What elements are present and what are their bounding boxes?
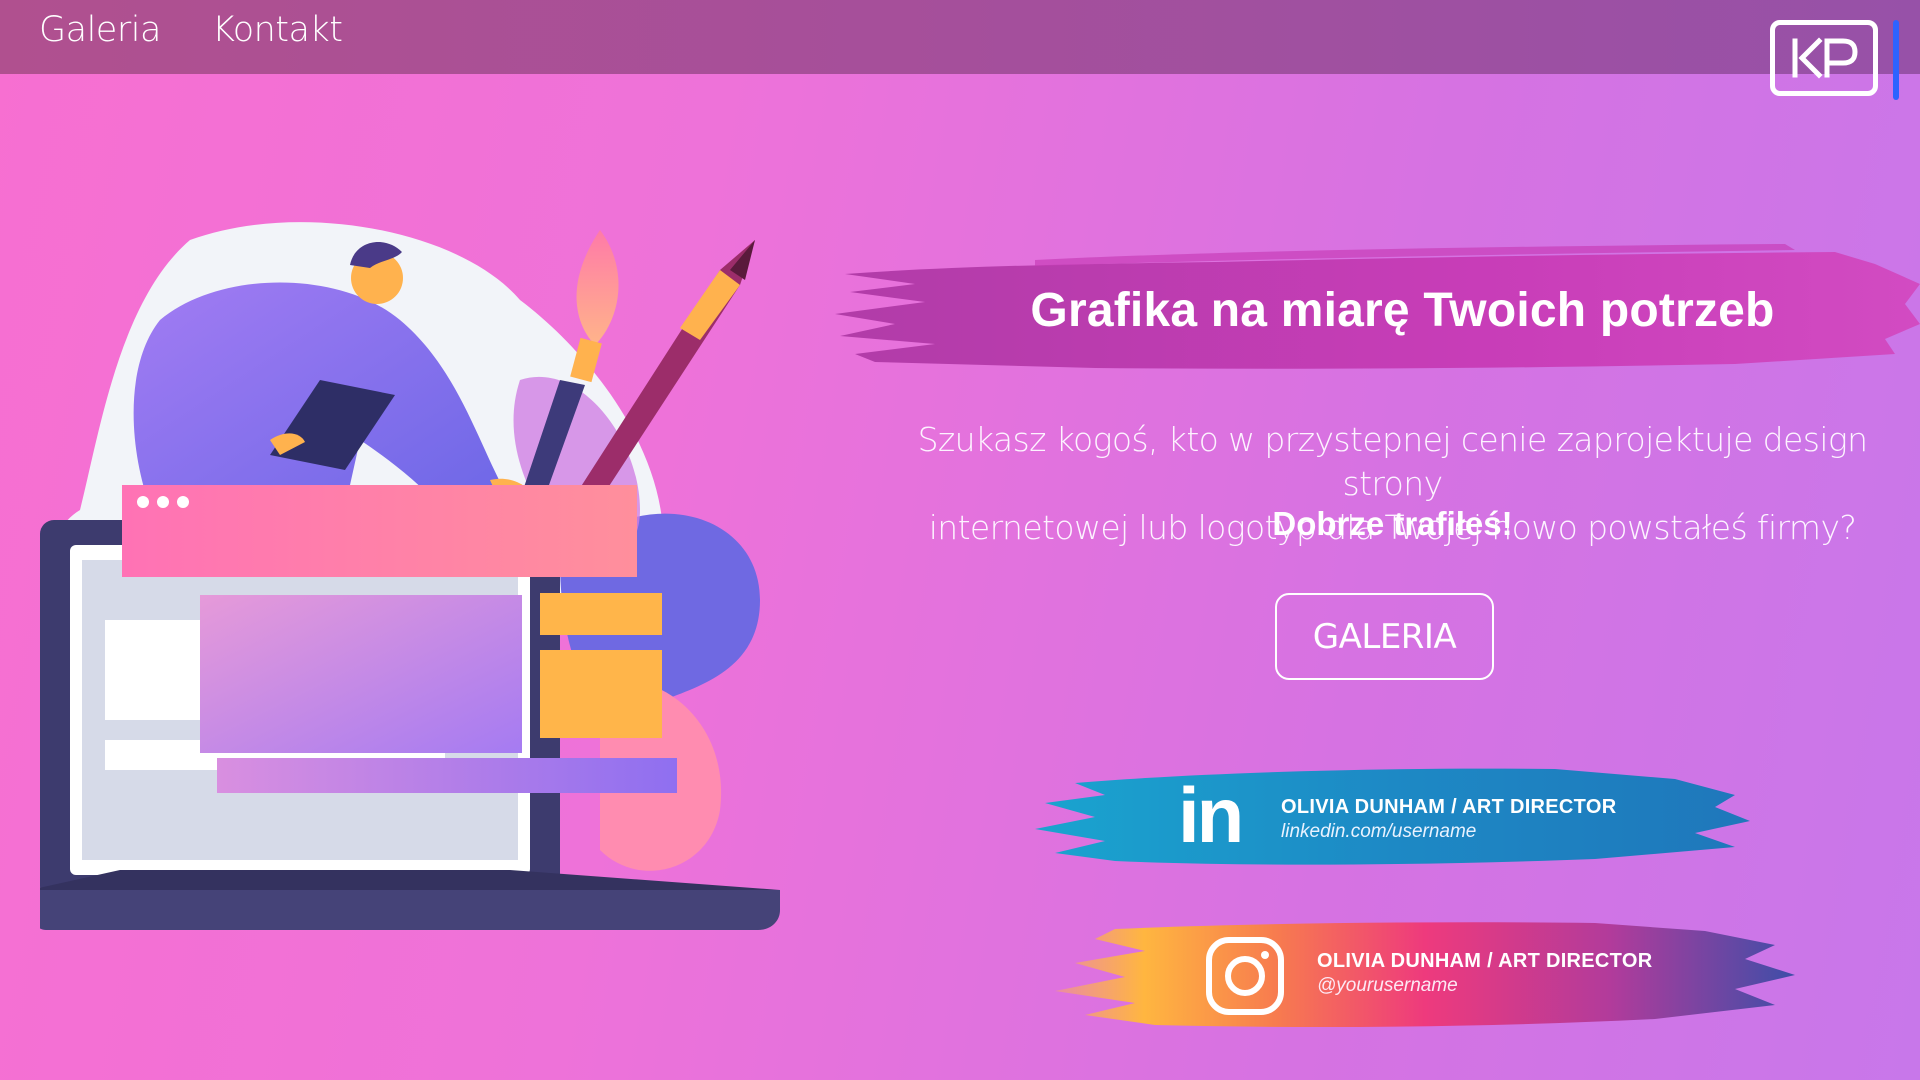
galeria-button[interactable]: GALERIA: [1275, 593, 1494, 680]
linkedin-name: OLIVIA DUNHAM / ART DIRECTOR: [1281, 796, 1617, 818]
instagram-handle: @yourusername: [1317, 975, 1458, 996]
linkedin-icon: in: [1178, 771, 1244, 859]
nav-link-galeria[interactable]: Galeria: [39, 10, 161, 50]
kp-logo[interactable]: [1770, 20, 1878, 96]
top-navigation-bar: Galeria Kontakt: [0, 0, 1920, 74]
linkedin-handle: linkedin.com/username: [1281, 821, 1477, 842]
nav-link-kontakt[interactable]: Kontakt: [212, 10, 343, 50]
hero-title-banner: Grafika na miarę Twoich potrzeb: [835, 244, 1920, 376]
logo-accent-bar: [1893, 20, 1899, 100]
instagram-card[interactable]: OLIVIA DUNHAM / ART DIRECTOR @youruserna…: [1055, 915, 1795, 1040]
hero-description-line-1: Szukasz kogoś, kto w przystepnej cenie z…: [917, 420, 1868, 503]
hero-description-strong: Dobrze trafiłeś!: [1272, 505, 1513, 542]
instagram-icon: [1206, 937, 1284, 1015]
hero-illustration: [40, 222, 780, 930]
instagram-name: OLIVIA DUNHAM / ART DIRECTOR: [1317, 950, 1653, 972]
kp-logo-icon: [1792, 37, 1858, 79]
linkedin-card[interactable]: in OLIVIA DUNHAM / ART DIRECTOR linkedin…: [1035, 755, 1755, 875]
hero-title: Grafika na miarę Twoich potrzeb: [1030, 283, 1775, 337]
